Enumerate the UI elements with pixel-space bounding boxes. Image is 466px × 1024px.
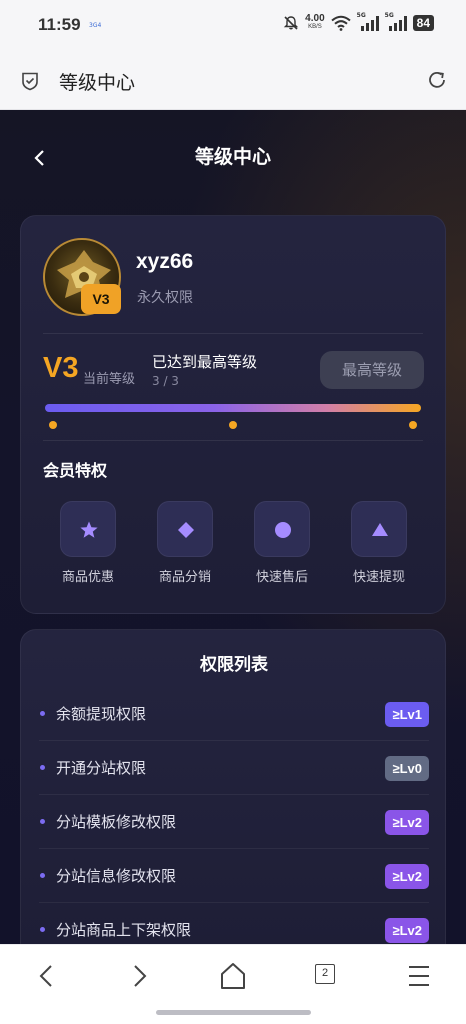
home-indicator[interactable] [156, 1010, 311, 1015]
permission-row[interactable]: 余额提现权限 ≥Lv1 [39, 687, 429, 741]
level-requirement-badge: ≥Lv1 [385, 702, 429, 727]
shield-check-icon[interactable] [20, 71, 40, 91]
bullet-dot [40, 711, 45, 716]
privilege-item[interactable]: 商品分销 [145, 501, 225, 585]
username: xyz66 [136, 250, 194, 273]
wifi-icon [331, 15, 351, 31]
privilege-item[interactable]: 快速售后 [242, 501, 322, 585]
bullet-dot [40, 873, 45, 878]
permission-name: 余额提现权限 [56, 705, 147, 723]
permissions-card: 权限列表 余额提现权限 ≥Lv1 开通分站权限 ≥Lv0 分站模板修改权限 ≥L… [20, 629, 446, 944]
permission-name: 分站模板修改权限 [56, 813, 177, 831]
browser-page-title: 等级中心 [59, 72, 136, 94]
page-title: 等级中心 [194, 146, 271, 168]
app-header: 等级中心 [0, 110, 466, 202]
status-indicator: 3G4 [89, 22, 102, 29]
permission-row[interactable]: 分站商品上下架权限 ≥Lv2 [39, 903, 429, 944]
privilege-label: 快速售后 [255, 570, 308, 585]
sim1-tag: 5G [356, 12, 366, 19]
permission-name: 开通分站权限 [56, 759, 147, 777]
level-requirement-badge: ≥Lv2 [385, 810, 429, 835]
bullet-dot [40, 927, 45, 932]
level-requirement-badge: ≥Lv0 [385, 756, 429, 781]
permission-name: 分站信息修改权限 [56, 867, 177, 885]
refresh-icon[interactable] [426, 69, 448, 91]
mute-bell-icon [283, 16, 299, 30]
profile-card: V3 xyz66 永久权限 V3 当前等级 已达到最高等级 3 / 3 最高等级… [20, 215, 446, 614]
signal-sim1-icon: 5G [356, 12, 379, 31]
diamond-icon [178, 522, 194, 538]
max-level-button[interactable]: 最高等级 [320, 351, 424, 389]
battery-level: 84 [412, 15, 434, 31]
level-progress-bar [45, 404, 421, 412]
permission-row[interactable]: 分站模板修改权限 ≥Lv2 [39, 795, 429, 849]
net-speed: 4.00 KB/S [305, 14, 324, 32]
privilege-icon-box [351, 501, 407, 557]
triangle-icon [372, 523, 388, 536]
current-level-label: 当前等级 [83, 372, 136, 387]
bullet-dot [40, 819, 45, 824]
status-icons: 4.00 KB/S 5G 5G 84 [283, 12, 434, 32]
status-time: 11:59 [38, 15, 81, 34]
progress-dot-2 [229, 421, 237, 429]
net-speed-unit: KB/S [308, 24, 322, 30]
permission-row[interactable]: 开通分站权限 ≥Lv0 [39, 741, 429, 795]
permission-name: 分站商品上下架权限 [56, 921, 192, 939]
privilege-item[interactable]: 快速提现 [339, 501, 419, 585]
bullet-dot [40, 765, 45, 770]
level-requirement-badge: ≥Lv2 [385, 918, 429, 943]
level-status: 已达到最高等级 [152, 353, 258, 371]
sim2-tag: 5G [384, 12, 394, 19]
star-icon [80, 521, 98, 538]
privilege-icon-box [60, 501, 116, 557]
divider [43, 440, 423, 441]
privileges-title: 会员特权 [43, 461, 108, 480]
circle-icon [275, 522, 291, 538]
tabs-button[interactable]: 2 [315, 964, 335, 984]
progress-dot-1 [49, 421, 57, 429]
divider [43, 333, 423, 334]
level-progress-text: 3 / 3 [152, 374, 179, 388]
level-requirement-badge: ≥Lv2 [385, 864, 429, 889]
level-badge: V3 [81, 284, 121, 314]
privilege-label: 快速提现 [352, 570, 405, 585]
current-level-value: V3 [43, 352, 79, 384]
forward-icon[interactable] [119, 961, 159, 991]
privilege-icon-box [254, 501, 310, 557]
browser-toolbar: 等级中心 [0, 52, 466, 110]
signal-sim2-icon: 5G [384, 12, 407, 31]
back-icon[interactable] [27, 961, 67, 991]
home-icon[interactable] [213, 961, 253, 991]
privilege-label: 商品分销 [158, 570, 211, 585]
privilege-label: 商品优惠 [61, 570, 114, 585]
privilege-item[interactable]: 商品优惠 [48, 501, 128, 585]
level-center-page: 等级中心 V3 xyz66 永久权限 V3 当前等级 已达到最高等级 3 / 3… [0, 110, 466, 944]
permission-label: 永久权限 [137, 290, 193, 306]
permissions-title: 权限列表 [200, 655, 268, 675]
status-bar: 11:59 3G4 4.00 KB/S 5G 5G 84 [0, 0, 466, 52]
menu-icon[interactable] [399, 961, 439, 991]
privilege-icon-box [157, 501, 213, 557]
progress-dot-3 [409, 421, 417, 429]
permission-row[interactable]: 分站信息修改权限 ≥Lv2 [39, 849, 429, 903]
